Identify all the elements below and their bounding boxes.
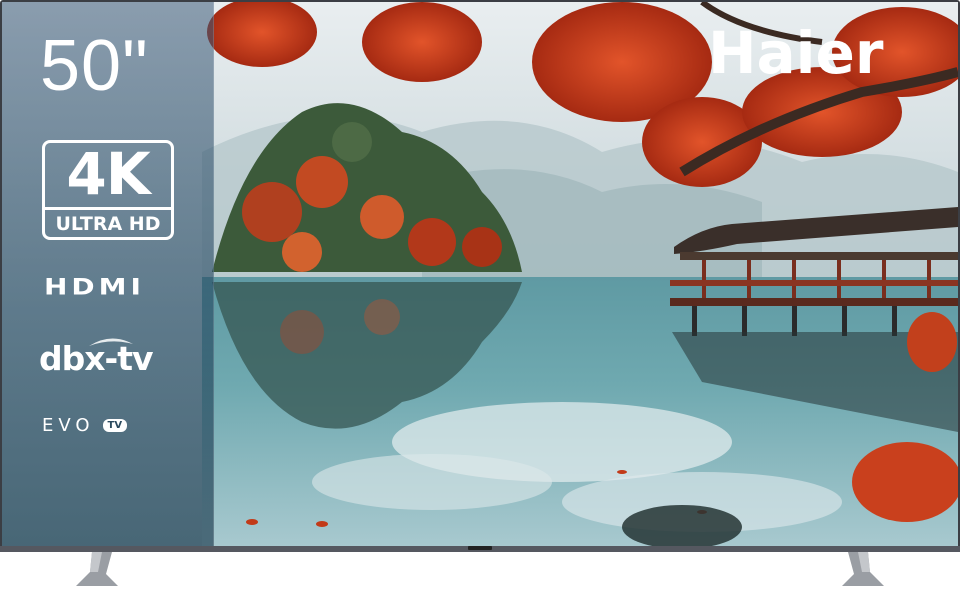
- tv-frame: 50" 4K ULTRA HD HDMI dbx-tv EVO TV Haier: [0, 0, 960, 552]
- evo-tv-badge: TV: [102, 419, 128, 432]
- dbx-tv-logo: dbx-tv: [39, 339, 154, 378]
- resolution-big-label: 4K: [66, 140, 150, 208]
- hdmi-logo: HDMI: [44, 274, 145, 300]
- evo-tv-logo: EVO TV: [42, 415, 128, 436]
- brand-logo: Haier: [708, 19, 884, 87]
- left-stand-foot: [76, 552, 118, 586]
- spec-panel: 50" 4K ULTRA HD HDMI dbx-tv EVO TV: [2, 2, 214, 547]
- tv-screen: 50" 4K ULTRA HD HDMI dbx-tv EVO TV Haier: [2, 2, 958, 547]
- 4k-ultra-hd-badge: 4K ULTRA HD: [42, 140, 174, 240]
- resolution-small-label: ULTRA HD: [55, 213, 161, 235]
- right-stand-foot: [842, 552, 884, 586]
- ir-sensor: [468, 546, 492, 550]
- badge-divider: [45, 207, 171, 210]
- evo-label: EVO: [42, 415, 95, 436]
- screen-size-label: 50": [40, 26, 149, 106]
